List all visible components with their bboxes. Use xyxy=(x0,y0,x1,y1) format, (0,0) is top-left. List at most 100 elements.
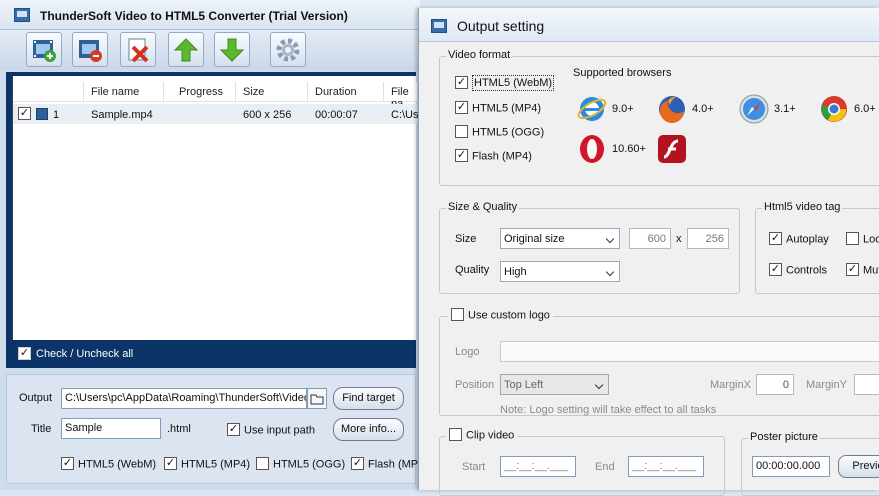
vf-webm-toggle[interactable]: HTML5 (WebM) xyxy=(455,75,555,92)
safari-version: 3.1+ xyxy=(774,103,796,115)
quality-dropdown[interactable]: High xyxy=(500,261,620,282)
use-input-path-checkbox[interactable] xyxy=(227,423,240,436)
autoplay-label: Autoplay xyxy=(786,233,829,246)
muted-checkbox[interactable] xyxy=(846,263,859,276)
format-webm-toggle[interactable]: HTML5 (WebM) xyxy=(61,457,156,471)
video-format-caption: Video format xyxy=(446,49,513,61)
check-all-label: Check / Uncheck all xyxy=(36,348,134,360)
vf-webm-checkbox[interactable] xyxy=(455,76,468,89)
check-all-toggle[interactable]: Check / Uncheck all xyxy=(12,344,416,364)
preview-button[interactable]: Previe xyxy=(838,455,879,478)
chrome-icon xyxy=(821,96,847,122)
vf-mp4-toggle[interactable]: HTML5 (MP4) xyxy=(455,101,541,115)
times-sign: x xyxy=(676,233,682,245)
logo-path-field[interactable] xyxy=(500,341,879,362)
more-info-button[interactable]: More info... xyxy=(333,418,404,441)
start-time-input[interactable]: __:__:__.___ xyxy=(500,456,576,477)
end-time-input[interactable]: __:__:__.___ xyxy=(628,456,704,477)
header-separator xyxy=(83,82,84,102)
move-up-button[interactable] xyxy=(168,32,204,67)
column-progress[interactable]: Progress xyxy=(179,86,223,98)
use-input-path-toggle[interactable]: Use input path xyxy=(227,423,315,437)
header-separator xyxy=(163,82,164,102)
row-checkbox[interactable] xyxy=(18,107,31,120)
title-label: Title xyxy=(31,423,52,435)
column-duration[interactable]: Duration xyxy=(315,86,357,98)
title-input[interactable]: Sample xyxy=(61,418,161,439)
add-video-icon xyxy=(33,39,56,62)
check-all-checkbox[interactable] xyxy=(18,347,31,360)
format-mp4-toggle[interactable]: HTML5 (MP4) xyxy=(164,457,250,471)
title-extension: .html xyxy=(167,423,191,435)
use-custom-logo-toggle[interactable]: Use custom logo xyxy=(448,308,553,322)
output-path-field[interactable]: C:\Users\pc\AppData\Roaming\ThunderSoft\… xyxy=(61,388,307,409)
firefox-icon xyxy=(659,96,685,123)
find-target-button[interactable]: Find target xyxy=(333,387,404,410)
width-input[interactable]: 600 xyxy=(629,228,671,249)
safari-icon xyxy=(739,94,769,124)
custom-logo-group: Use custom logo Logo Position Top Left M… xyxy=(439,308,879,416)
remove-video-icon xyxy=(79,39,102,62)
settings-button[interactable] xyxy=(270,32,306,67)
format-ogg-checkbox[interactable] xyxy=(256,457,269,470)
toolbar xyxy=(0,30,420,70)
size-label: Size xyxy=(455,233,477,245)
loop-label: Loo xyxy=(863,233,879,246)
row-size: 600 x 256 xyxy=(243,109,292,121)
output-panel: Output C:\Users\pc\AppData\Roaming\Thund… xyxy=(6,374,418,484)
file-list-panel: File name Progress Size Duration File pa… xyxy=(6,72,425,368)
app-icon xyxy=(14,8,30,22)
margin-x-input[interactable]: 0 xyxy=(756,374,794,395)
chrome-version: 6.0+ xyxy=(854,103,876,115)
autoplay-toggle[interactable]: Autoplay xyxy=(769,232,829,246)
clip-video-toggle[interactable]: Clip video xyxy=(446,428,518,442)
opera-version: 10.60+ xyxy=(612,143,646,155)
column-file-name[interactable]: File name xyxy=(91,86,139,98)
column-size[interactable]: Size xyxy=(243,86,264,98)
format-mp4-checkbox[interactable] xyxy=(164,457,177,470)
margin-x-label: MarginX xyxy=(710,379,751,391)
autoplay-checkbox[interactable] xyxy=(769,232,782,245)
size-dropdown[interactable]: Original size xyxy=(500,228,620,249)
clear-list-icon xyxy=(128,38,149,62)
video-format-group: Video format HTML5 (WebM) HTML5 (MP4) HT… xyxy=(439,49,879,186)
clear-list-button[interactable] xyxy=(120,32,156,67)
muted-toggle[interactable]: Mut xyxy=(846,263,879,277)
vf-flash-checkbox[interactable] xyxy=(455,149,468,162)
vf-ogg-label: HTML5 (OGG) xyxy=(472,126,545,139)
remove-video-button[interactable] xyxy=(72,32,108,67)
loop-toggle[interactable]: Loo xyxy=(846,232,879,246)
firefox-version: 4.0+ xyxy=(692,103,714,115)
move-down-button[interactable] xyxy=(214,32,250,67)
start-label: Start xyxy=(462,461,486,473)
margin-y-input[interactable] xyxy=(854,374,879,395)
table-row[interactable]: 1 Sample.mp4 600 x 256 00:00:07 C:\Use xyxy=(13,104,425,124)
supported-browsers-caption: Supported browsers xyxy=(573,67,672,79)
output-label: Output xyxy=(19,392,53,404)
poster-time-input[interactable]: 00:00:00.000 xyxy=(752,456,830,477)
move-up-icon xyxy=(173,37,199,61)
add-video-button[interactable] xyxy=(26,32,62,67)
vf-ogg-checkbox[interactable] xyxy=(455,125,468,138)
use-custom-logo-checkbox[interactable] xyxy=(451,308,464,321)
loop-checkbox[interactable] xyxy=(846,232,859,245)
vf-webm-label: HTML5 (WebM) xyxy=(472,75,555,92)
vf-ogg-toggle[interactable]: HTML5 (OGG) xyxy=(455,125,545,139)
html5-video-tag-group: Html5 video tag Autoplay Loo Controls Mu… xyxy=(755,201,879,294)
position-dropdown[interactable]: Top Left xyxy=(500,374,609,395)
format-webm-checkbox[interactable] xyxy=(61,457,74,470)
dialog-title-bar: Output setting xyxy=(419,8,879,42)
controls-toggle[interactable]: Controls xyxy=(769,263,827,277)
format-flash-toggle[interactable]: Flash (MP xyxy=(351,457,418,471)
clip-video-checkbox[interactable] xyxy=(449,428,462,441)
vf-flash-toggle[interactable]: Flash (MP4) xyxy=(455,149,532,163)
format-flash-checkbox[interactable] xyxy=(351,457,364,470)
ie-version: 9.0+ xyxy=(612,103,634,115)
format-ogg-toggle[interactable]: HTML5 (OGG) xyxy=(256,457,345,471)
use-custom-logo-label: Use custom logo xyxy=(468,309,550,322)
file-list: File name Progress Size Duration File pa… xyxy=(12,76,425,340)
vf-mp4-checkbox[interactable] xyxy=(455,101,468,114)
controls-checkbox[interactable] xyxy=(769,263,782,276)
height-input[interactable]: 256 xyxy=(687,228,729,249)
browse-folder-button[interactable] xyxy=(307,388,327,409)
